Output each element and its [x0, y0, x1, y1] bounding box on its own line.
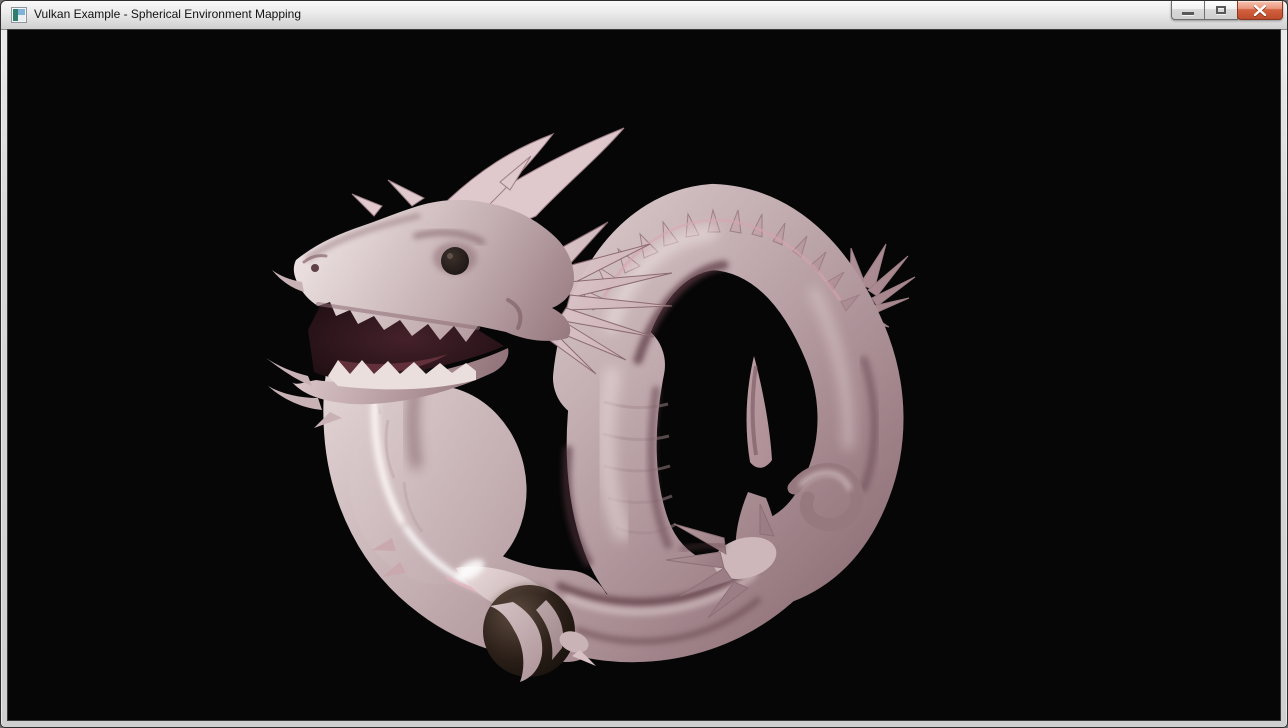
title-bar[interactable]: Vulkan Example - Spherical Environment M… — [1, 1, 1287, 30]
close-icon — [1237, 1, 1283, 20]
minimize-icon — [1182, 12, 1194, 15]
app-window: Vulkan Example - Spherical Environment M… — [0, 0, 1288, 728]
maximize-button[interactable] — [1204, 1, 1238, 20]
dragon-mid-fin — [747, 356, 772, 468]
maximize-icon — [1216, 6, 1226, 14]
render-viewport[interactable] — [7, 29, 1281, 721]
close-button[interactable] — [1237, 1, 1283, 20]
minimize-button[interactable] — [1171, 1, 1205, 20]
window-controls — [1172, 1, 1283, 21]
dragon-eye — [441, 247, 469, 275]
app-icon[interactable] — [11, 7, 27, 23]
window-title: Vulkan Example - Spherical Environment M… — [34, 1, 301, 29]
dragon-render — [8, 30, 1281, 721]
app-icon-light-pane — [18, 15, 25, 21]
